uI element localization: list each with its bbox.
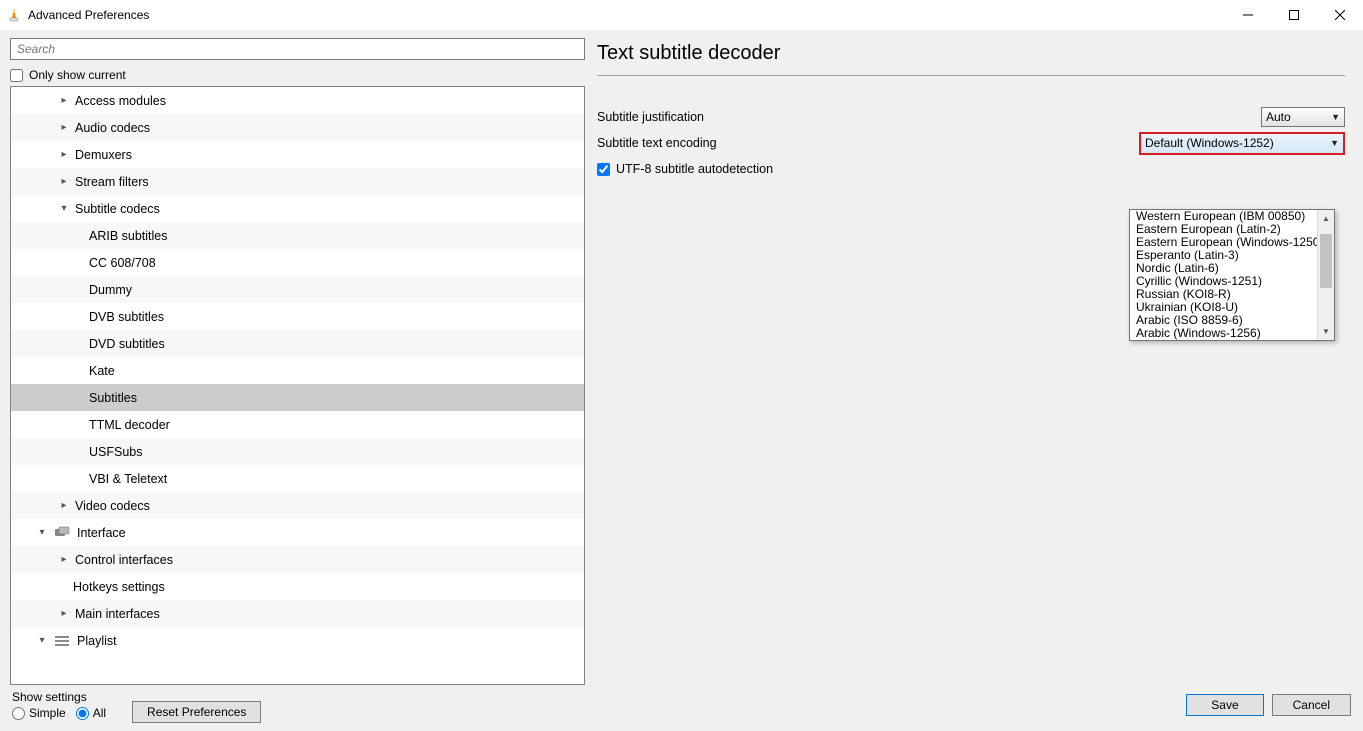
encoding-combo[interactable]: Default (Windows-1252) ▼ xyxy=(1139,132,1345,155)
tree-item-label: VBI & Teletext xyxy=(89,472,167,486)
minimize-button[interactable] xyxy=(1225,0,1271,30)
show-settings-label: Show settings xyxy=(12,690,106,704)
tree-item[interactable]: TTML decoder xyxy=(11,411,584,438)
chevron-down-icon: ▼ xyxy=(1330,138,1339,148)
tree-item-label: DVB subtitles xyxy=(89,310,164,324)
tree-item-label: Kate xyxy=(89,364,115,378)
tree-item[interactable]: ▾ Interface xyxy=(11,519,584,546)
tree-item[interactable]: ▸ Audio codecs xyxy=(11,114,584,141)
justification-value: Auto xyxy=(1266,110,1291,124)
tree-item[interactable]: ▸ Control interfaces xyxy=(11,546,584,573)
tree-item-label: DVD subtitles xyxy=(89,337,165,351)
close-button[interactable] xyxy=(1317,0,1363,30)
chevron-right-icon[interactable]: ▸ xyxy=(57,149,71,160)
tree-item[interactable]: Subtitles xyxy=(11,384,584,411)
tree-item[interactable]: ▸ Video codecs xyxy=(11,492,584,519)
only-show-current-checkbox[interactable]: Only show current xyxy=(10,68,585,82)
tree-item[interactable]: Dummy xyxy=(11,276,584,303)
playlist-icon xyxy=(53,633,71,649)
encoding-label: Subtitle text encoding xyxy=(597,136,1139,150)
tree-item-label: Interface xyxy=(77,526,126,540)
titlebar: Advanced Preferences xyxy=(0,0,1363,30)
chevron-down-icon[interactable]: ▾ xyxy=(35,635,49,646)
show-all-radio[interactable]: All xyxy=(76,706,106,720)
only-show-current-label: Only show current xyxy=(29,68,126,82)
chevron-right-icon[interactable]: ▸ xyxy=(57,608,71,619)
tree-item[interactable]: VBI & Teletext xyxy=(11,465,584,492)
scroll-down-icon[interactable]: ▼ xyxy=(1318,323,1334,340)
maximize-button[interactable] xyxy=(1271,0,1317,30)
section-title: Text subtitle decoder xyxy=(597,38,1345,75)
utf8-autodetect-checkbox[interactable] xyxy=(597,163,610,176)
tree-item-label: Main interfaces xyxy=(75,607,160,621)
tree-item[interactable]: Hotkeys settings xyxy=(11,573,584,600)
tree-item[interactable]: DVD subtitles xyxy=(11,330,584,357)
chevron-down-icon[interactable]: ▾ xyxy=(35,527,49,538)
tree-item[interactable]: ▸ Stream filters xyxy=(11,168,584,195)
section-divider xyxy=(597,75,1345,76)
chevron-right-icon[interactable]: ▸ xyxy=(57,122,71,133)
tree-item-label: Demuxers xyxy=(75,148,132,162)
encoding-dropdown-list[interactable]: Western European (IBM 00850)Eastern Euro… xyxy=(1129,209,1335,341)
tree-item[interactable]: ARIB subtitles xyxy=(11,222,584,249)
tree-item-label: Audio codecs xyxy=(75,121,150,135)
tree-item-label: Subtitle codecs xyxy=(75,202,160,216)
interface-icon xyxy=(53,525,71,541)
tree-item-label: USFSubs xyxy=(89,445,143,459)
preferences-tree[interactable]: ▸ Access modules ▸ Audio codecs ▸ Demuxers ▸ St… xyxy=(11,87,584,684)
encoding-value: Default (Windows-1252) xyxy=(1145,136,1274,150)
chevron-right-icon[interactable]: ▸ xyxy=(57,554,71,565)
chevron-right-icon[interactable]: ▸ xyxy=(57,95,71,106)
tree-item-label: Subtitles xyxy=(89,391,137,405)
save-button[interactable]: Save xyxy=(1186,694,1263,716)
dropdown-scrollbar[interactable]: ▲ ▼ xyxy=(1317,210,1334,340)
tree-item[interactable]: CC 608/708 xyxy=(11,249,584,276)
tree-item-label: TTML decoder xyxy=(89,418,170,432)
chevron-down-icon: ▼ xyxy=(1331,112,1340,122)
app-icon xyxy=(6,7,22,23)
tree-item[interactable]: ▸ Access modules xyxy=(11,87,584,114)
chevron-right-icon[interactable]: ▸ xyxy=(57,500,71,511)
tree-item-label: ARIB subtitles xyxy=(89,229,168,243)
tree-item[interactable]: ▸ Main interfaces xyxy=(11,600,584,627)
tree-item[interactable]: DVB subtitles xyxy=(11,303,584,330)
tree-item-label: Dummy xyxy=(89,283,132,297)
encoding-option[interactable]: Arabic (Windows-1256) xyxy=(1130,327,1334,340)
tree-item[interactable]: ▸ Demuxers xyxy=(11,141,584,168)
tree-item[interactable]: ▾ Subtitle codecs xyxy=(11,195,584,222)
chevron-right-icon[interactable]: ▸ xyxy=(57,176,71,187)
tree-item-label: CC 608/708 xyxy=(89,256,156,270)
tree-item-label: Video codecs xyxy=(75,499,150,513)
tree-item[interactable]: ▾ Playlist xyxy=(11,627,584,654)
tree-item-label: Hotkeys settings xyxy=(73,580,165,594)
search-input[interactable] xyxy=(10,38,585,60)
tree-item-label: Stream filters xyxy=(75,175,149,189)
show-simple-radio[interactable]: Simple xyxy=(12,706,66,720)
reset-preferences-button[interactable]: Reset Preferences xyxy=(132,701,261,723)
justification-combo[interactable]: Auto ▼ xyxy=(1261,107,1345,127)
utf8-autodetect-label: UTF-8 subtitle autodetection xyxy=(616,162,773,176)
tree-item[interactable]: Kate xyxy=(11,357,584,384)
justification-label: Subtitle justification xyxy=(597,110,1261,124)
chevron-down-icon[interactable]: ▾ xyxy=(57,203,71,214)
tree-item-label: Access modules xyxy=(75,94,166,108)
tree-item-label: Control interfaces xyxy=(75,553,173,567)
only-show-current-input[interactable] xyxy=(10,69,23,82)
tree-item[interactable]: USFSubs xyxy=(11,438,584,465)
tree-item-label: Playlist xyxy=(77,634,117,648)
scroll-thumb[interactable] xyxy=(1320,234,1332,288)
window-title: Advanced Preferences xyxy=(28,8,149,22)
scroll-up-icon[interactable]: ▲ xyxy=(1318,210,1334,227)
cancel-button[interactable]: Cancel xyxy=(1272,694,1351,716)
